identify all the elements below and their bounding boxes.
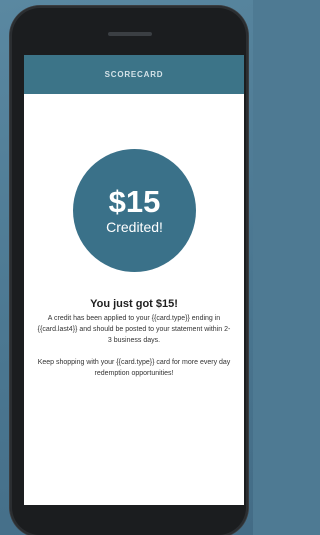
app-screen: SCORECARD $15 Credited! You just got $15… xyxy=(24,55,244,505)
credit-badge: $15 Credited! xyxy=(73,149,196,272)
message-title: You just got $15! xyxy=(90,298,178,310)
scorecard-logo: SCORECARD xyxy=(104,70,164,79)
message-tip: Keep shopping with your {{card.type}} ca… xyxy=(37,358,231,377)
speaker-grille xyxy=(108,32,152,36)
phone-frame: SCORECARD $15 Credited! You just got $15… xyxy=(10,6,248,535)
credit-label: Credited! xyxy=(106,219,163,235)
app-header: SCORECARD xyxy=(24,55,244,94)
credit-amount: $15 xyxy=(108,184,161,219)
backdrop: SCORECARD $15 Credited! You just got $15… xyxy=(0,0,253,535)
message-body: A credit has been applied to your {{card… xyxy=(37,315,231,345)
credit-message: You just got $15! A credit has been appl… xyxy=(36,298,232,379)
